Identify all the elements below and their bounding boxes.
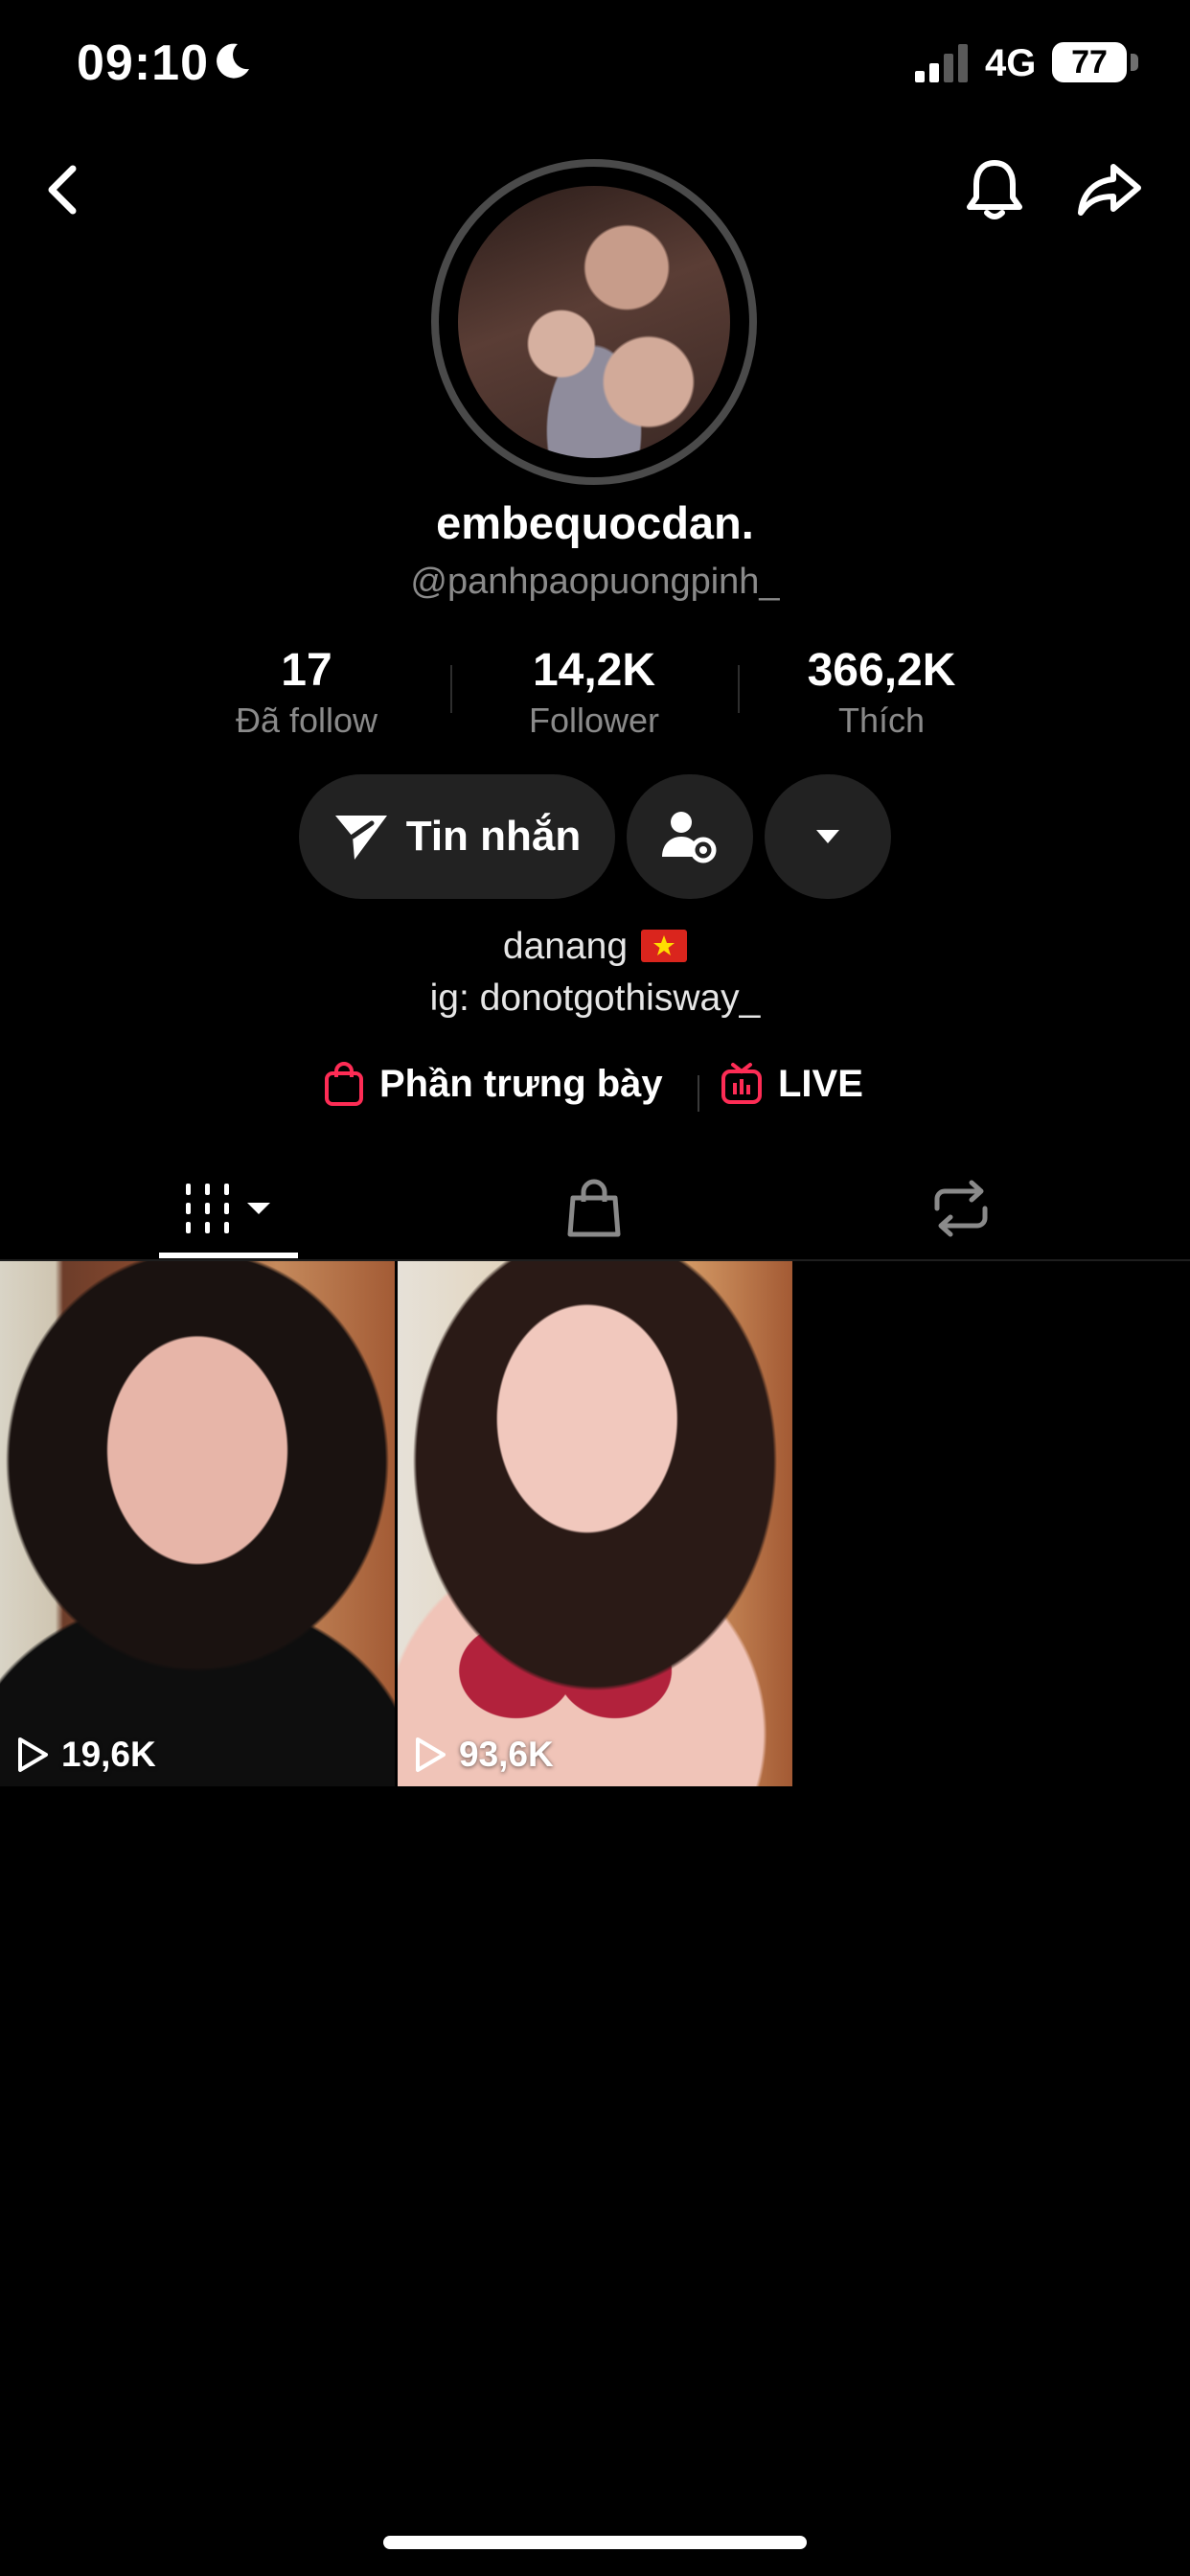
profile-links: Phần trưng bày LIVE [0,1062,1190,1119]
video-thumbnail[interactable]: 19,6K [0,1261,395,1786]
tab-shop[interactable] [450,1156,738,1261]
stat-value: 366,2K [807,645,956,696]
status-bar: 09:10 4G 77 [0,0,1190,134]
tab-videos[interactable] [86,1156,374,1261]
video-thumbnail-image [398,1261,792,1786]
links-divider [698,1075,699,1112]
stat-value: 17 [281,645,332,696]
avatar[interactable] [431,159,757,485]
shopping-bag-icon [325,1062,363,1106]
live-tv-icon [721,1063,762,1104]
stat-divider [450,665,452,713]
play-icon [18,1737,48,1772]
network-type: 4G [985,42,1037,84]
chevron-left-icon [48,165,77,215]
tab-reposts[interactable] [817,1156,1105,1261]
battery-icon: 77 [1052,42,1127,82]
avatar-image [458,186,730,458]
battery-cap [1131,54,1138,71]
view-count-label: 19,6K [61,1735,156,1774]
moon-icon [217,43,249,79]
username: @panhpaopuongpinh_ [410,562,780,602]
stat-divider [738,665,740,713]
bio-line: danang [0,926,1190,968]
status-time: 09:10 [77,35,209,91]
showcase-link[interactable]: Phần trưng bày [324,1062,663,1106]
repost-icon [934,1180,988,1237]
signal-icon [915,44,968,82]
showcase-label: Phần trưng bày [379,1062,663,1105]
video-thumbnail[interactable]: 93,6K [398,1261,792,1786]
stat-followers[interactable]: 14,2K Follower [469,644,719,744]
notification-button[interactable] [956,151,1033,228]
message-button-label: Tin nhắn [405,813,582,860]
display-name: embequocdan. [436,497,754,548]
stat-following[interactable]: 17 Đã follow [182,644,431,744]
video-thumbnail-image [0,1261,395,1786]
message-button[interactable]: Tin nhắn [299,774,615,899]
shopping-bag-icon [567,1179,621,1237]
videos-grid-icon [186,1184,270,1233]
back-button[interactable] [27,151,103,228]
share-icon [1078,164,1141,216]
active-tab-indicator [159,1253,298,1258]
play-icon [416,1737,446,1772]
stat-likes[interactable]: 366,2K Thích [757,644,1006,744]
bell-icon [967,160,1022,219]
home-indicator[interactable] [383,2536,807,2549]
user-gear-icon [662,812,717,863]
bio-line: ig: donotgothisway_ [429,978,761,1019]
caret-down-icon [816,830,839,843]
stat-label: Thích [837,701,926,740]
vietnam-flag-icon [641,930,688,962]
live-link[interactable]: LIVE [721,1062,863,1106]
share-button[interactable] [1071,151,1148,228]
stat-label: Follower [528,701,660,740]
more-options-button[interactable] [765,774,891,899]
stat-value: 14,2K [532,645,656,696]
friend-settings-button[interactable] [627,774,753,899]
view-count-label: 93,6K [459,1735,554,1774]
live-label: LIVE [778,1062,863,1105]
bio-location: danang [502,926,629,967]
stat-label: Đã follow [235,701,378,740]
send-icon [334,816,387,860]
view-count: 19,6K [15,1735,156,1775]
view-count: 93,6K [413,1735,554,1775]
content-tabs [0,1156,1190,1261]
